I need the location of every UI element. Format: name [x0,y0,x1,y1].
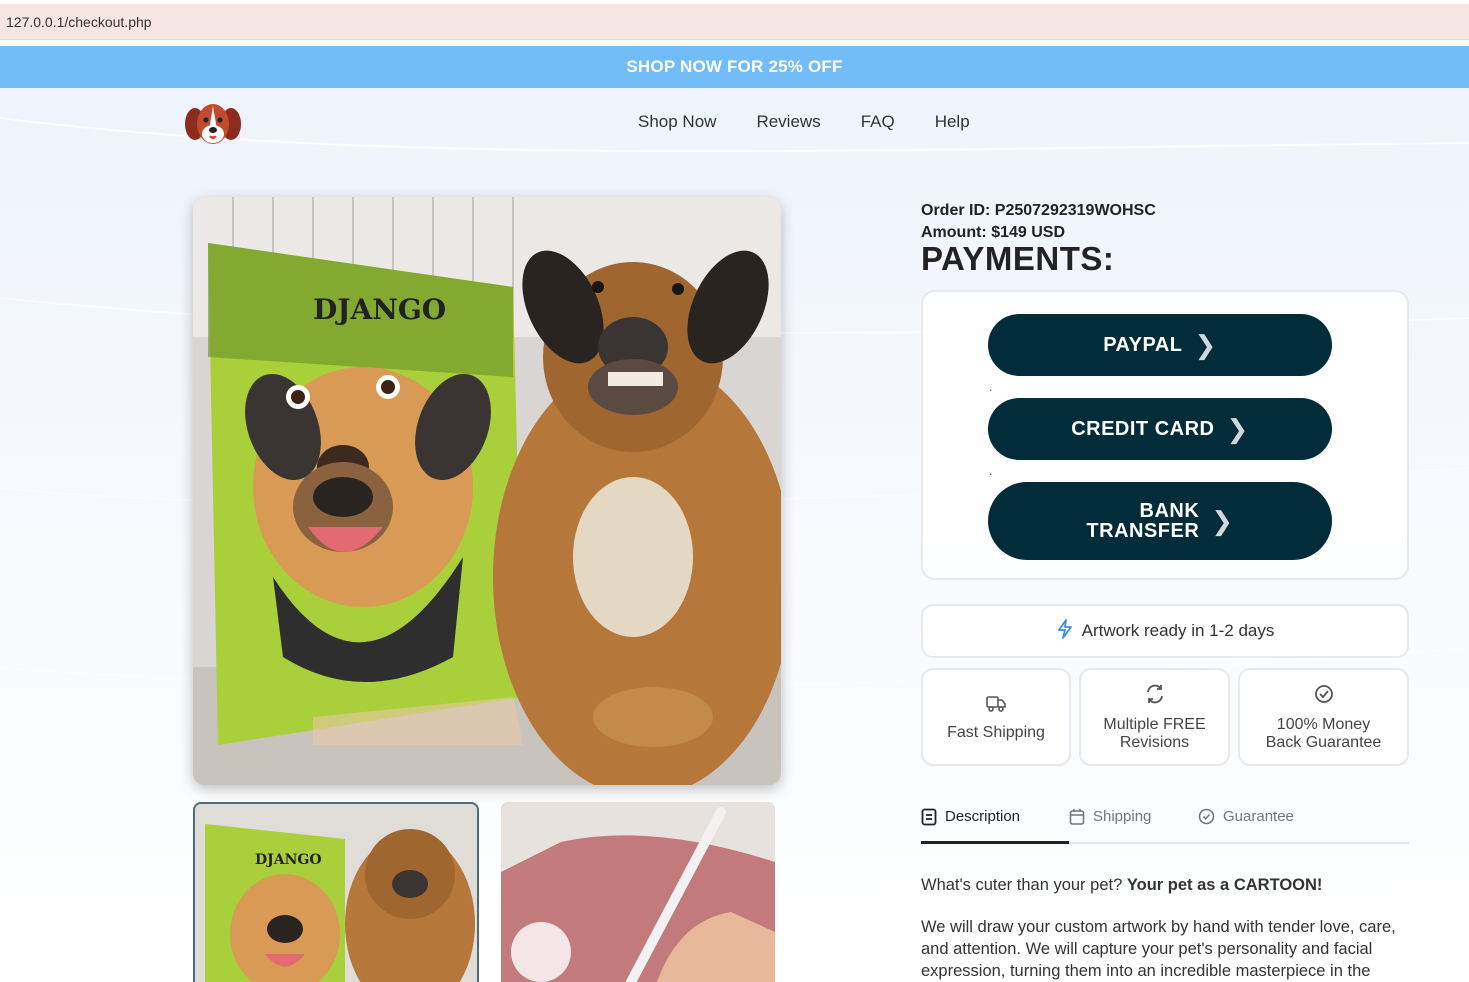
payments-title: PAYMENTS: [921,240,1115,277]
credit-card-label: CREDIT CARD [1071,418,1215,440]
tab-shipping-label: Shipping [1093,808,1152,825]
description-body: We will draw your custom artwork by hand… [921,918,1396,980]
bank-label-line2: TRANSFER [1086,520,1200,542]
feature-shipping-label: Fast Shipping [947,723,1045,741]
nav-reviews[interactable]: Reviews [756,112,820,132]
artwork-name-text: DJANGO [313,293,446,326]
product-hero-image[interactable]: DJANGO [193,197,781,785]
product-tabs: Description Shipping Guarantee [921,804,1409,844]
bank-label-line1: BANK [1139,500,1200,522]
payment-options: PAYPAL ❯ . CREDIT CARD ❯ . BANK TRANSFER… [921,290,1409,580]
description-lead: What's cuter than your pet? Your pet as … [921,874,1411,896]
main-nav: Shop Now Reviews FAQ Help [638,112,970,132]
feature-guarantee-line2: Back Guarantee [1265,733,1382,751]
nav-help[interactable]: Help [935,112,970,132]
bank-transfer-button[interactable]: BANK TRANSFER ❯ [988,482,1332,560]
browser-url-bar[interactable]: 127.0.0.1/checkout.php [0,4,1469,40]
tab-shipping[interactable]: Shipping [1069,804,1151,844]
refresh-icon [1144,683,1166,710]
thumbnail-2[interactable] [501,802,775,982]
brand-logo[interactable] [183,98,243,148]
description-lead-bold: Your pet as a CARTOON! [1126,876,1323,894]
thumbnail-1[interactable]: DJANGO [193,802,479,982]
tab-guarantee[interactable]: Guarantee [1198,804,1294,844]
description-content: What's cuter than your pet? Your pet as … [921,874,1411,982]
order-id: Order ID: P2507292319WOHSC [921,202,1156,219]
nav-shop-now[interactable]: Shop Now [638,112,716,132]
tab-description[interactable]: Description [921,804,1069,844]
check-circle-icon [1313,683,1335,710]
feature-guarantee-line1: 100% Money [1276,715,1371,733]
feature-free-revisions: Multiple FREE Revisions [1079,668,1230,766]
document-icon [921,808,937,830]
artwork-ready-text: Artwork ready in 1-2 days [1081,621,1275,640]
lightning-icon [1056,618,1074,644]
promo-banner[interactable]: SHOP NOW FOR 25% OFF [0,46,1469,88]
chevron-right-icon: ❯ [1194,329,1217,360]
calendar-icon [1069,808,1085,830]
svg-text:DJANGO: DJANGO [255,852,322,868]
truck-icon [985,693,1007,718]
feature-money-back: 100% Money Back Guarantee [1238,668,1409,766]
promo-text: SHOP NOW FOR 25% OFF [626,57,843,76]
order-info: Order ID: P2507292319WOHSC Amount: $149 … [921,200,1156,244]
feature-revisions-line2: Revisions [1119,733,1190,751]
check-circle-icon [1198,808,1215,829]
paypal-button[interactable]: PAYPAL ❯ [988,314,1332,376]
chevron-right-icon: ❯ [1226,413,1249,444]
tab-guarantee-label: Guarantee [1223,808,1294,825]
url-text: 127.0.0.1/checkout.php [6,13,152,30]
chevron-right-icon: ❯ [1211,505,1234,536]
separator-dot: . [989,380,993,394]
credit-card-button[interactable]: CREDIT CARD ❯ [988,398,1332,460]
paypal-label: PAYPAL [1103,334,1183,356]
feature-fast-shipping: Fast Shipping [921,668,1071,766]
separator-dot: . [989,464,993,478]
artwork-ready-badge: Artwork ready in 1-2 days [921,604,1409,658]
bank-transfer-label: BANK TRANSFER [1086,501,1199,541]
page-body: Shop Now Reviews FAQ Help DJANGO DJANGO … [0,88,1469,982]
feature-revisions-line1: Multiple FREE [1103,715,1206,733]
nav-faq[interactable]: FAQ [861,112,895,132]
tab-description-label: Description [945,808,1021,825]
description-lead-text: What's cuter than your pet? [921,876,1127,894]
